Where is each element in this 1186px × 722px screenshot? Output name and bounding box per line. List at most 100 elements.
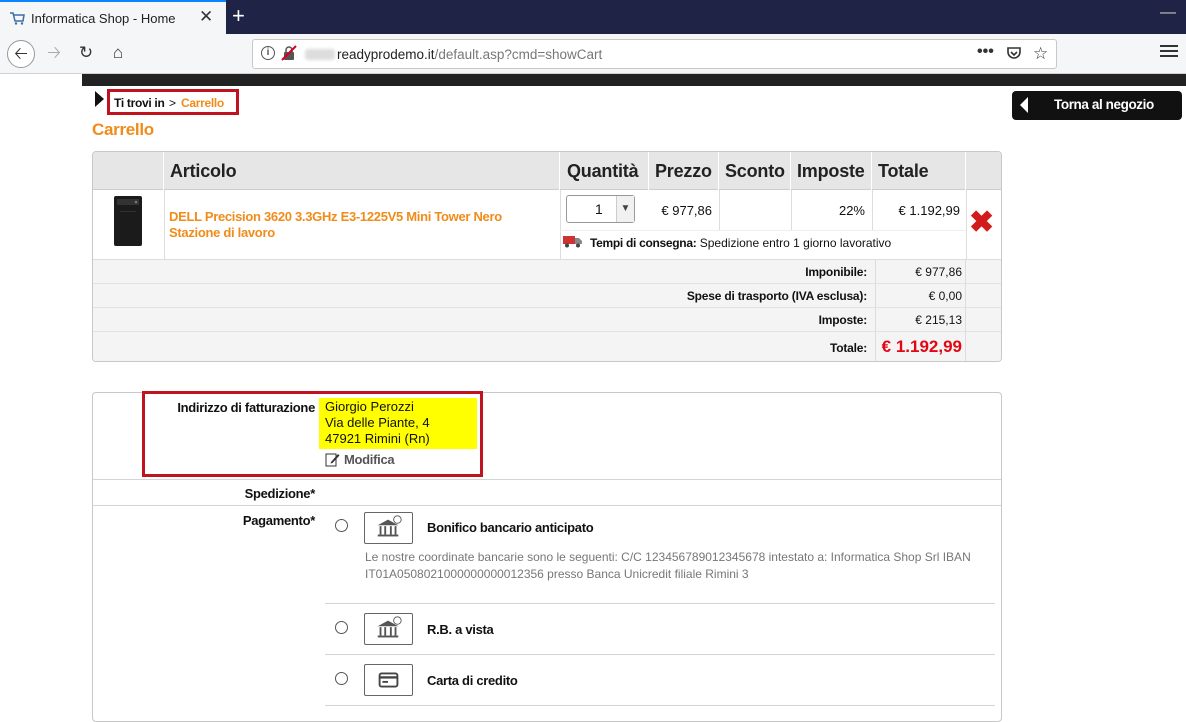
col-divider (875, 260, 876, 284)
tab-title: Informatica Shop - Home (31, 11, 176, 26)
product-thumbnail-icon[interactable] (110, 195, 146, 247)
total-value: € 1.192,99 (881, 337, 962, 356)
url-text[interactable]: readyprodemo.it/default.asp?cmd=showCart (337, 47, 602, 62)
payment-name-rb[interactable]: R.B. a vista (427, 622, 494, 637)
back-arrow-icon[interactable]: 🡠 (7, 40, 35, 68)
billing-name: Giorgio Perozzi (325, 399, 414, 414)
breadcrumb: Ti trovi in > Carrello (107, 89, 239, 115)
url-domain: readyprodemo.it (337, 47, 435, 62)
header-remove-col (966, 152, 1001, 190)
cart-table: Articolo Quantità Prezzo Sconto Imposte … (92, 151, 1002, 362)
payment-radio-rb[interactable] (335, 621, 348, 634)
item-tax: 22% (838, 203, 865, 218)
minimize-icon[interactable]: — (1160, 4, 1176, 22)
left-triangle-icon (1020, 97, 1028, 113)
remove-item-icon[interactable]: ✖ (969, 208, 994, 238)
col-divider (560, 190, 561, 260)
browser-tab-bar: Informatica Shop - Home ✕ + — (0, 0, 1186, 34)
breadcrumb-separator: > (169, 96, 177, 110)
browser-nav-bar: 🡠 🡢 ↻ ⌂ i readyprodemo.it/default.asp?cm… (0, 34, 1186, 74)
billing-city: 47921 Rimini (Rn) (325, 431, 430, 446)
col-divider (875, 284, 876, 308)
col-divider (965, 308, 966, 332)
back-to-shop-label: Torna al negozio (1054, 97, 1154, 112)
billing-address-value: Giorgio Perozzi Via delle Piante, 4 4792… (319, 398, 477, 449)
reload-icon[interactable]: ↻ (72, 40, 100, 68)
credit-card-icon (378, 672, 399, 688)
quantity-select[interactable]: 1 ▼ (566, 195, 635, 223)
header-quantita: Quantità (560, 152, 649, 190)
bank-icon (377, 616, 402, 638)
form-divider (93, 479, 1001, 480)
item-price: € 977,86 (661, 203, 712, 218)
hamburger-menu-icon[interactable] (1160, 42, 1178, 58)
summary-row-tax: Imposte: € 215,13 (93, 308, 1001, 332)
imponibile-value: € 977,86 (915, 265, 962, 279)
browser-tab[interactable]: Informatica Shop - Home ✕ (0, 0, 226, 34)
pocket-icon[interactable] (1006, 46, 1022, 61)
header-prezzo: Prezzo (649, 152, 719, 190)
quantity-value: 1 (595, 201, 603, 217)
close-tab-icon[interactable]: ✕ (199, 7, 213, 27)
edit-icon (325, 453, 340, 467)
payment-description-bonifico: Le nostre coordinate bancarie sono le se… (365, 550, 971, 581)
edit-address-label: Modifica (344, 452, 395, 467)
payment-radio-bonifico[interactable] (335, 519, 348, 532)
payment-name-carta[interactable]: Carta di credito (427, 673, 518, 688)
cart-table-header: Articolo Quantità Prezzo Sconto Imposte … (93, 152, 1001, 190)
blurred-subdomain (305, 49, 335, 60)
payment-name-bonifico[interactable]: Bonifico bancario anticipato (427, 520, 594, 535)
truck-icon (563, 236, 582, 248)
info-icon[interactable]: i (261, 46, 275, 60)
form-divider (93, 505, 1001, 506)
col-divider (719, 190, 720, 230)
back-to-shop-button[interactable]: Torna al negozio (1012, 91, 1182, 120)
col-divider (965, 332, 966, 361)
payment-divider (325, 705, 995, 706)
col-divider (966, 190, 967, 260)
insecure-lock-icon[interactable] (281, 45, 297, 61)
shipping-cost-value: € 0,00 (928, 289, 962, 303)
shop-favicon-icon (10, 12, 25, 25)
header-image-col (93, 152, 164, 190)
header-totale: Totale (872, 152, 966, 190)
delivery-info: Tempi di consegna: Spedizione entro 1 gi… (590, 236, 891, 250)
payment-divider (325, 603, 995, 604)
payment-bank-icon-2 (364, 613, 413, 645)
product-name-link[interactable]: DELL Precision 3620 3.3GHz E3-1225V5 Min… (169, 209, 549, 241)
bookmark-star-icon[interactable]: ☆ (1033, 44, 1048, 64)
header-imposte: Imposte (791, 152, 872, 190)
col-divider (791, 190, 792, 230)
summary-row-total: Totale: € 1.192,99 (93, 332, 1001, 361)
page-title: Carrello (92, 120, 154, 139)
home-icon[interactable]: ⌂ (104, 40, 132, 68)
tax-label: Imposte: (818, 313, 868, 327)
url-path: /default.asp?cmd=showCart (434, 47, 603, 62)
new-tab-button[interactable]: + (232, 3, 245, 29)
breadcrumb-current[interactable]: Carrello (181, 96, 224, 110)
col-divider (875, 332, 876, 361)
forward-arrow-icon[interactable]: 🡢 (40, 40, 68, 68)
imponibile-label: Imponibile: (805, 265, 867, 279)
payment-divider (325, 654, 995, 655)
delivery-label: Tempi di consegna: (590, 236, 697, 250)
summary-row-shipping: Spese di trasporto (IVA esclusa): € 0,00 (93, 284, 1001, 308)
breadcrumb-prefix: Ti trovi in (114, 96, 165, 110)
payment-label: Pagamento* (242, 513, 315, 528)
billing-address-label: Indirizzo di fatturazione (177, 400, 315, 415)
edit-address-link[interactable]: Modifica (325, 452, 395, 467)
payment-radio-carta[interactable] (335, 672, 348, 685)
cart-item-row: DELL Precision 3620 3.3GHz E3-1225V5 Min… (93, 190, 1001, 260)
page-actions-icon[interactable]: ••• (977, 43, 994, 61)
chevron-down-icon[interactable]: ▼ (616, 196, 634, 222)
site-header-strip (82, 74, 1186, 86)
total-label: Totale: (829, 341, 867, 355)
col-divider (965, 260, 966, 284)
row-divider (560, 230, 966, 231)
tax-value: € 215,13 (915, 313, 962, 327)
address-bar[interactable]: i readyprodemo.it/default.asp?cmd=showCa… (252, 39, 1057, 69)
summary-row-imponibile: Imponibile: € 977,86 (93, 260, 1001, 284)
col-divider (965, 284, 966, 308)
header-articolo: Articolo (164, 152, 560, 190)
item-total: € 1.192,99 (898, 203, 960, 218)
